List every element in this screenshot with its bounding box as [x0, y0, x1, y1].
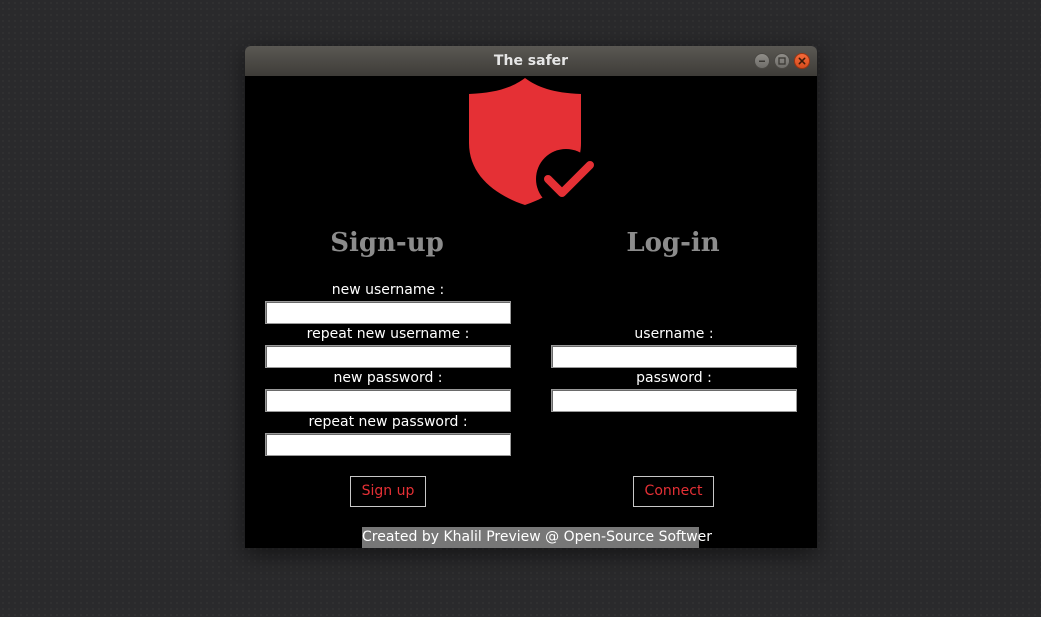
- new-username-input[interactable]: [265, 301, 511, 324]
- password-label: password :: [636, 370, 712, 386]
- shield-check-icon: [469, 78, 595, 207]
- app-window: The safer Sign-up Log-in new username: …: [245, 46, 817, 548]
- footer-credit: Created by Khalil Preview @ Open-Source …: [362, 527, 712, 548]
- repeat-new-username-label: repeat new username :: [306, 326, 470, 342]
- title-bar[interactable]: The safer: [245, 46, 817, 76]
- repeat-new-password-input[interactable]: [265, 433, 511, 456]
- new-password-input[interactable]: [265, 389, 511, 412]
- signup-heading: Sign-up: [330, 228, 444, 258]
- window-title: The safer: [493, 53, 569, 69]
- new-username-label: new username :: [331, 282, 445, 298]
- connect-button[interactable]: Connect: [633, 476, 714, 507]
- new-password-label: new password :: [333, 370, 443, 386]
- maximize-button[interactable]: [774, 53, 790, 69]
- close-button[interactable]: [794, 53, 810, 69]
- close-icon: [798, 57, 806, 65]
- username-input[interactable]: [551, 345, 797, 368]
- password-input[interactable]: [551, 389, 797, 412]
- maximize-icon: [778, 57, 786, 65]
- minimize-button[interactable]: [754, 53, 770, 69]
- repeat-new-password-label: repeat new password :: [308, 414, 468, 430]
- client-area: Sign-up Log-in new username : repeat new…: [245, 76, 817, 548]
- minimize-icon: [759, 60, 765, 62]
- username-label: username :: [634, 326, 714, 342]
- sign-up-button[interactable]: Sign up: [350, 476, 426, 507]
- login-heading: Log-in: [626, 228, 720, 258]
- repeat-new-username-input[interactable]: [265, 345, 511, 368]
